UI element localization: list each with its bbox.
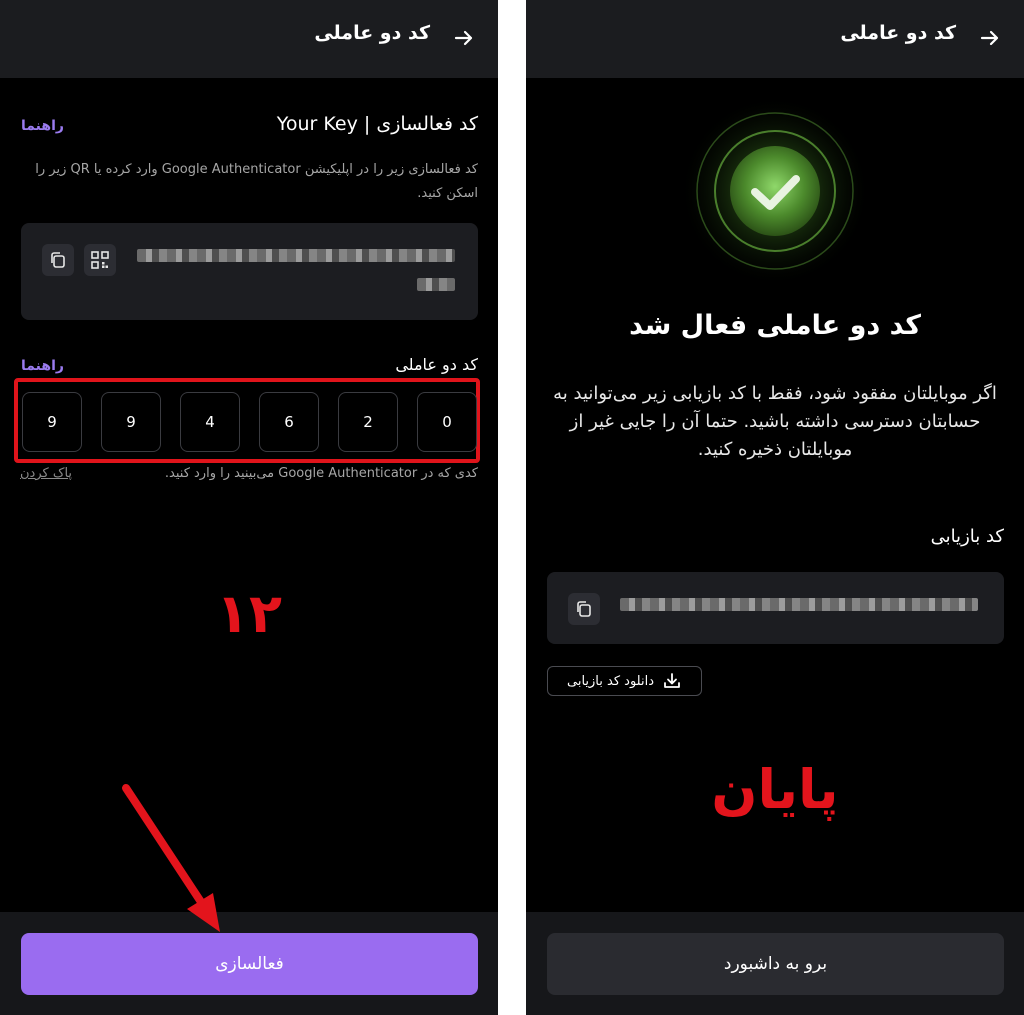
activation-screen: کد دو عاملی کد فعالسازی | Your Key راهنم…: [0, 0, 498, 1015]
blurred-recovery-code: [620, 598, 978, 611]
success-description: اگر موبایلتان مفقود شود، فقط با کد بازیا…: [553, 383, 997, 460]
end-label: پایان: [711, 758, 839, 821]
success-badge: [683, 99, 867, 283]
annotation-arrow: [122, 784, 220, 932]
arrow-right-icon[interactable]: [978, 26, 1002, 50]
success-screen: کد دو عاملی کد دو عاملی فعال شد اگر موبا…: [526, 0, 1024, 1015]
recovery-code-label: کد بازیابی: [930, 526, 1004, 547]
recovery-code-box: [547, 572, 1004, 644]
download-icon: [664, 673, 680, 688]
header-bar: کد دو عاملی: [526, 0, 1024, 78]
download-label: دانلود کد بازیابی: [567, 673, 654, 689]
header-title: کد دو عاملی: [840, 22, 956, 44]
go-to-dashboard-button[interactable]: برو به داشبورد: [547, 933, 1004, 995]
success-title: کد دو عاملی فعال شد: [629, 310, 921, 341]
copy-recovery-button[interactable]: [568, 593, 600, 625]
download-recovery-button[interactable]: دانلود کد بازیابی: [547, 666, 702, 696]
copy-icon: [577, 601, 591, 617]
